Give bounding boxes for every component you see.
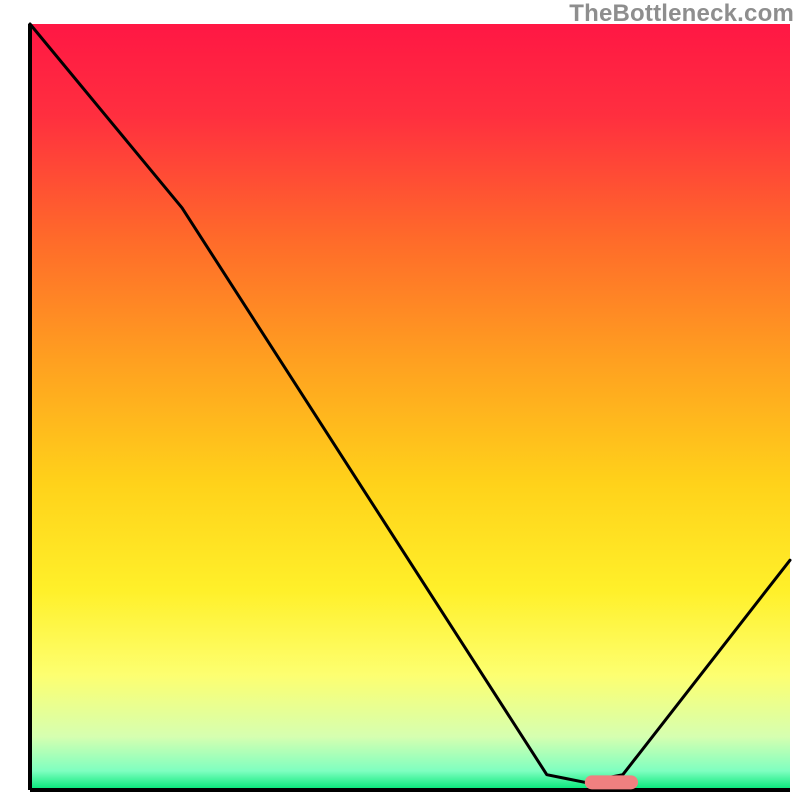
chart-background: [30, 24, 790, 790]
bottleneck-chart: [0, 0, 800, 800]
optimal-marker: [585, 775, 638, 789]
watermark-text: TheBottleneck.com: [569, 0, 794, 28]
chart-container: TheBottleneck.com: [0, 0, 800, 800]
